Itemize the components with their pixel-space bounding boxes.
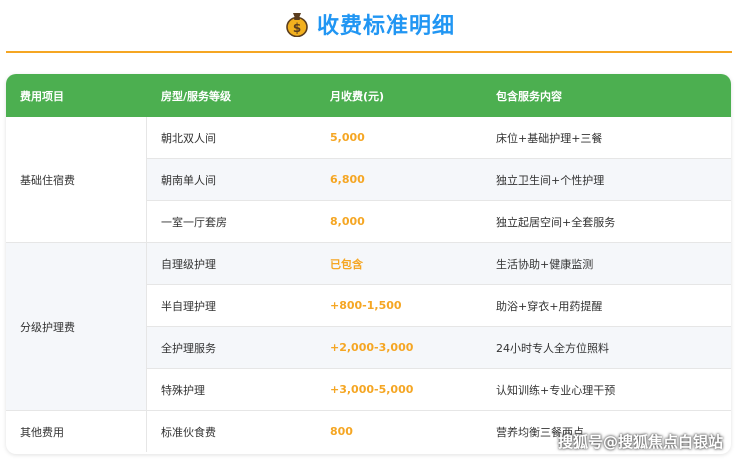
cell-level: 朝北双人间 [161,131,216,145]
cell-level: 半自理护理 [161,299,216,313]
column-header-item: 费用项目 [20,89,64,103]
cell-level: 一室一厅套房 [161,215,227,229]
cell-price: 5,000 [330,131,365,144]
fee-table: 费用项目 房型/服务等级 月收费(元) 包含服务内容 基础住宿费 朝北双人间 5… [6,74,731,454]
cell-level: 特殊护理 [161,383,205,397]
group-rows: 自理级护理 已包含 生活协助+健康监测 半自理护理 +800-1,500 助浴+… [147,243,731,410]
cell-price: 6,800 [330,173,365,186]
cell-price: 800 [330,425,353,438]
table-row: 朝南单人间 6,800 独立卫生间+个性护理 [147,159,731,201]
cell-content: 独立起居空间+全套服务 [496,215,616,229]
cell-level: 标准伙食费 [161,425,216,439]
cell-content: 床位+基础护理+三餐 [496,131,603,145]
svg-text:$: $ [293,21,301,35]
table-row: 特殊护理 +3,000-5,000 认知训练+专业心理干预 [147,369,731,410]
column-header-level: 房型/服务等级 [161,89,232,103]
cell-content: 助浴+穿衣+用药提醒 [496,299,603,313]
page-title: 收费标准明细 [316,14,455,39]
cell-content: 24小时专人全方位照料 [496,341,609,355]
table-header: 费用项目 房型/服务等级 月收费(元) 包含服务内容 [6,74,731,117]
table-row: 半自理护理 +800-1,500 助浴+穿衣+用药提醒 [147,285,731,327]
column-header-price: 月收费(元) [330,89,385,103]
cell-price: +800-1,500 [330,299,402,312]
table-row: 朝北双人间 5,000 床位+基础护理+三餐 [147,117,731,159]
cell-content: 认知训练+专业心理干预 [496,383,616,397]
group-label: 其他费用 [6,411,147,452]
column-header-content: 包含服务内容 [496,89,562,103]
group-label: 分级护理费 [6,243,147,410]
group-rows: 朝北双人间 5,000 床位+基础护理+三餐 朝南单人间 6,800 独立卫生间… [147,117,731,242]
cell-content: 生活协助+健康监测 [496,257,594,271]
cell-price: +2,000-3,000 [330,341,414,354]
group-tiered-care: 分级护理费 自理级护理 已包含 生活协助+健康监测 半自理护理 +800-1,5… [6,243,731,411]
table-row: 自理级护理 已包含 生活协助+健康监测 [147,243,731,285]
title-wrap: $ 收费标准明细 [285,8,455,40]
title-underline [6,51,732,53]
page-header: $ 收费标准明细 [0,0,740,48]
table-row: 一室一厅套房 8,000 独立起居空间+全套服务 [147,201,731,242]
table-row: 全护理服务 +2,000-3,000 24小时专人全方位照料 [147,327,731,369]
cell-price: +3,000-5,000 [330,383,414,396]
cell-level: 全护理服务 [161,341,216,355]
cell-price: 已包含 [330,257,363,271]
cell-level: 朝南单人间 [161,173,216,187]
cell-level: 自理级护理 [161,257,216,271]
group-label: 基础住宿费 [6,117,147,242]
money-bag-icon: $ [285,11,309,38]
cell-content: 独立卫生间+个性护理 [496,173,605,187]
watermark: 搜狐号@搜狐焦点白银站 [558,433,724,451]
cell-price: 8,000 [330,215,365,228]
group-basic-accommodation: 基础住宿费 朝北双人间 5,000 床位+基础护理+三餐 朝南单人间 6,800… [6,117,731,243]
